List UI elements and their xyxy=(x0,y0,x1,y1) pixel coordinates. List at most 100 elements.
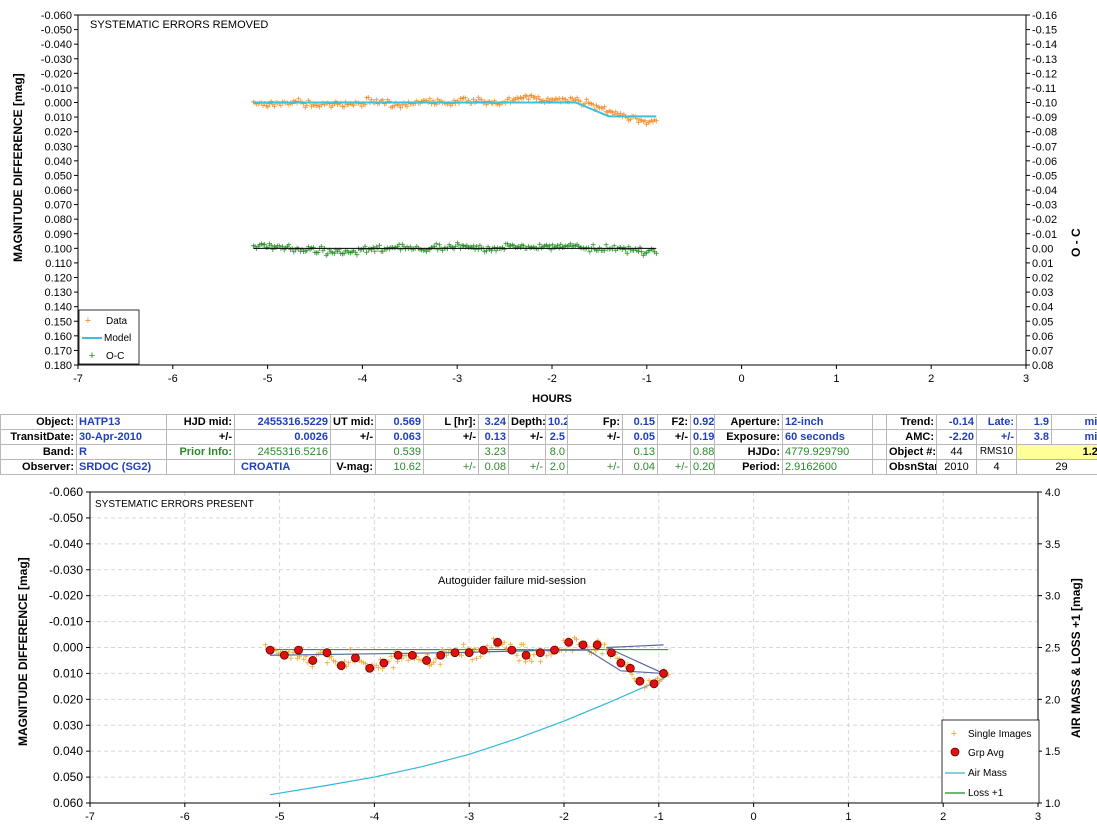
grp-avg-point xyxy=(535,648,545,658)
fp-err-label: +/- xyxy=(567,429,623,445)
top-legend: + Data Model + O-C xyxy=(78,309,140,365)
prior-blank-1 xyxy=(330,444,376,460)
hjd-mid-value: 2455316.5229 xyxy=(234,414,331,430)
grp-avg-point xyxy=(422,656,431,665)
y2-tick-label: -0.10 xyxy=(1032,98,1057,110)
f2-value: 0.92 xyxy=(690,414,715,430)
spacer-cell xyxy=(872,459,887,475)
top-chart: -0.060-0.050-0.040-0.030-0.020-0.0100.00… xyxy=(11,10,1083,405)
bottom-x-axis: -7 -6 -5 -4 -3 -2 -1 0 1 2 3 xyxy=(85,803,1041,823)
y2-tick-label: -0.11 xyxy=(1032,83,1056,95)
bottom-chart-label: SYSTEMATIC ERRORS PRESENT xyxy=(95,499,254,510)
y2-tick-label: 1.5 xyxy=(1045,746,1060,758)
spacer-cell xyxy=(872,414,887,430)
observer-blank xyxy=(166,459,235,475)
y2-tick-label: -0.02 xyxy=(1032,214,1057,226)
grp-avg-point xyxy=(407,650,417,660)
y2-tick-label: -0.06 xyxy=(1032,156,1057,168)
late-err-value: 3.8 xyxy=(1016,429,1052,445)
y2-tick-label: -0.14 xyxy=(1032,39,1057,51)
x-tick-label: -5 xyxy=(275,811,285,823)
y-tick-label: -0.050 xyxy=(49,511,83,525)
y-tick-label: 0.030 xyxy=(53,718,83,732)
ut-mid-label: UT mid: xyxy=(330,414,376,430)
y-tick-label: 0.140 xyxy=(44,302,72,314)
top-y2-axis: -0.16 -0.15 -0.14 -0.13 -0.12 -0.11 -0.10 -0.09… xyxy=(1026,10,1057,372)
prior-hjd-value: 2455316.5216 xyxy=(234,444,331,460)
hjd-err-value: 0.0026 xyxy=(234,429,331,445)
y-tick-label: 0.090 xyxy=(44,229,72,241)
x-tick-label: 0 xyxy=(739,373,745,385)
trend-label: Trend: xyxy=(886,414,937,430)
grp-avg-point xyxy=(479,645,488,655)
y-tick-label: 0.160 xyxy=(44,331,72,343)
rms10-label: RMS10 xyxy=(976,444,1017,460)
x-tick-label: -6 xyxy=(180,811,190,823)
y2-tick-label: -0.07 xyxy=(1032,141,1057,153)
hjdo-label: HJDo: xyxy=(714,444,783,460)
bottom-annotation: Autoguider failure mid-session xyxy=(438,575,586,587)
x-tick-label: 3 xyxy=(1023,373,1029,385)
y-tick-label: 0.080 xyxy=(44,214,72,226)
depth-err-label: +/- xyxy=(508,429,546,445)
grp-avg-point xyxy=(308,656,318,665)
top-chart-label: SYSTEMATIC ERRORS REMOVED xyxy=(90,19,268,31)
y2-tick-label: 0.06 xyxy=(1032,331,1053,343)
y-tick-label: 0.180 xyxy=(44,360,72,372)
obsn-start-date-label: ObsnStartDate: xyxy=(886,459,937,475)
hjd-mid-label: HJD mid: xyxy=(166,414,235,430)
depth-err-value: 2.5 xyxy=(545,429,568,445)
x-tick-label: -3 xyxy=(452,373,462,385)
grp-avg-point xyxy=(379,658,389,668)
prior-depth-value: 8.0 xyxy=(545,444,568,460)
data-point: + xyxy=(653,116,659,127)
y2-tick-label: 2.5 xyxy=(1045,643,1060,655)
length-err-label: +/- xyxy=(423,429,479,445)
spacer-cell xyxy=(872,444,887,460)
grp-avg-point xyxy=(592,640,602,650)
y-tick-label: 0.020 xyxy=(53,692,83,706)
y2-tick-label: 2.0 xyxy=(1045,694,1060,706)
vmag-value: 10.62 xyxy=(375,459,424,475)
ut-mid-value: 0.569 xyxy=(375,414,424,430)
y-tick-label: 0.120 xyxy=(44,273,72,285)
y2-tick-label: 0.00 xyxy=(1032,243,1053,255)
grp-avg-point xyxy=(365,663,375,673)
transit-date-label: TransitDate: xyxy=(0,429,77,445)
f2-label: F2: xyxy=(657,414,691,430)
info-row-1: Object: HATP13 HJD mid: 2455316.5229 UT … xyxy=(0,414,1097,430)
y-tick-label: 0.000 xyxy=(53,641,83,655)
ut-err-value: 0.063 xyxy=(375,429,424,445)
fp-value: 0.15 xyxy=(622,414,658,430)
y-tick-label: -0.040 xyxy=(41,39,72,51)
grp-avg-point xyxy=(625,663,635,673)
y-tick-label: -0.040 xyxy=(49,537,83,551)
prior-length-err-label: +/- xyxy=(423,459,479,475)
y-tick-label: 0.060 xyxy=(53,796,83,810)
prior-depth-err-value: 2.0 xyxy=(545,459,568,475)
amc-label: AMC: xyxy=(886,429,937,445)
prior-blank-3 xyxy=(508,444,546,460)
object-label: Object: xyxy=(0,414,77,430)
y2-tick-label: -0.12 xyxy=(1032,68,1057,80)
grp-avg-point xyxy=(564,637,574,647)
bottom-chart: -0.060 -0.050 -0.040 -0.030 -0.020 -0.010 0.00… xyxy=(16,485,1083,823)
grp-avg-point xyxy=(265,645,275,655)
y2-tick-label: -0.09 xyxy=(1032,112,1057,124)
grp-avg-point xyxy=(616,658,626,668)
bottom-y2-axis: 1.0 1.5 2.0 2.5 3.0 3.5 4.0 xyxy=(1038,487,1060,810)
hjdo-value: 4779.929790 xyxy=(782,444,873,460)
obsn-month-value: 4 xyxy=(976,459,1017,475)
late-unit: min xyxy=(1051,414,1097,430)
y-tick-label: -0.020 xyxy=(41,68,72,80)
legend-grp-label: Grp Avg xyxy=(968,748,1004,759)
y2-tick-label: 0.03 xyxy=(1032,287,1053,299)
y-tick-label: -0.010 xyxy=(41,83,72,95)
single-image-point: + xyxy=(437,660,443,671)
object-number-label: Object #: xyxy=(886,444,937,460)
info-row-3: Band: R Prior Info: 2455316.5216 0.539 3… xyxy=(0,444,1097,460)
y-tick-label: -0.030 xyxy=(49,563,83,577)
prior-info-label: Prior Info: xyxy=(166,444,235,460)
top-x-axis-label: HOURS xyxy=(532,393,572,405)
top-y2-axis-label: O - C xyxy=(1069,228,1083,257)
